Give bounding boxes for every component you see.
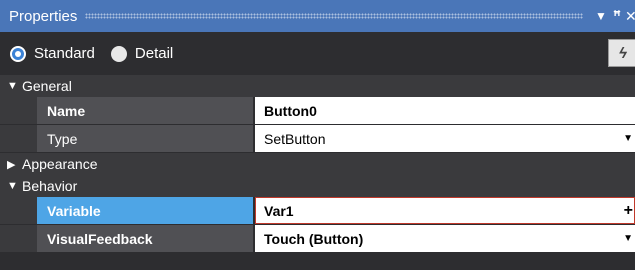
radio-standard-label: Standard xyxy=(34,45,95,62)
chevron-down-icon[interactable]: ▼ xyxy=(593,9,609,23)
property-name-value[interactable]: Button0 xyxy=(255,97,635,124)
category-appearance[interactable]: ▶ Appearance xyxy=(0,153,635,175)
property-name-label[interactable]: Name xyxy=(37,97,253,124)
property-type-value[interactable]: SetButton ▼ xyxy=(255,125,635,152)
view-mode-toolbar: Standard Detail ϟ xyxy=(0,32,635,75)
radio-detail[interactable]: Detail xyxy=(110,45,174,62)
expanded-triangle-icon: ▼ xyxy=(7,80,18,92)
radio-standard[interactable]: Standard xyxy=(10,45,95,62)
dropdown-arrow-icon[interactable]: ▼ xyxy=(623,133,633,144)
event-toggle-button[interactable]: ϟ xyxy=(608,39,635,67)
panel-title: Properties xyxy=(9,7,78,25)
radio-unselected-icon xyxy=(110,45,127,62)
property-variable-label[interactable]: Variable xyxy=(37,197,253,224)
property-type-value-text: SetButton xyxy=(264,130,326,147)
property-row-type: Type SetButton ▼ xyxy=(0,125,635,152)
dropdown-arrow-icon[interactable]: ▼ xyxy=(623,233,633,244)
row-gutter xyxy=(0,225,37,252)
property-variable-value[interactable]: Var1 + xyxy=(255,197,635,224)
category-behavior[interactable]: ▼ Behavior xyxy=(0,175,635,197)
panel-title-bar: Properties ▼ ꟸ ✕ xyxy=(0,0,635,32)
property-row-name: Name Button0 xyxy=(0,97,635,124)
property-grid: ▼ General Name Button0 Type SetButton ▼ … xyxy=(0,75,635,252)
property-visualfeedback-value-text: Touch (Button) xyxy=(264,230,364,247)
close-icon[interactable]: ✕ xyxy=(625,8,635,25)
expanded-triangle-icon: ▼ xyxy=(7,180,18,192)
category-appearance-label: Appearance xyxy=(22,156,98,172)
property-type-label[interactable]: Type xyxy=(37,125,253,152)
collapsed-triangle-icon: ▶ xyxy=(7,158,16,171)
row-gutter xyxy=(0,97,37,124)
title-bar-grip[interactable] xyxy=(85,13,583,19)
property-visualfeedback-value[interactable]: Touch (Button) ▼ xyxy=(255,225,635,252)
property-row-variable: Variable Var1 + xyxy=(0,197,635,224)
category-behavior-label: Behavior xyxy=(22,178,78,194)
row-gutter xyxy=(0,125,37,152)
property-row-visualfeedback: VisualFeedback Touch (Button) ▼ xyxy=(0,225,635,252)
pin-icon[interactable]: ꟸ xyxy=(609,8,625,24)
radio-selected-icon xyxy=(10,45,26,62)
radio-detail-label: Detail xyxy=(134,45,174,62)
property-name-value-text: Button0 xyxy=(264,102,317,119)
row-gutter xyxy=(0,197,37,224)
category-general-label: General xyxy=(22,78,72,94)
property-visualfeedback-label[interactable]: VisualFeedback xyxy=(37,225,253,252)
plus-icon[interactable]: + xyxy=(624,202,633,220)
lightning-icon: ϟ xyxy=(619,44,627,62)
property-variable-value-text: Var1 xyxy=(264,202,294,219)
category-general[interactable]: ▼ General xyxy=(0,75,635,97)
